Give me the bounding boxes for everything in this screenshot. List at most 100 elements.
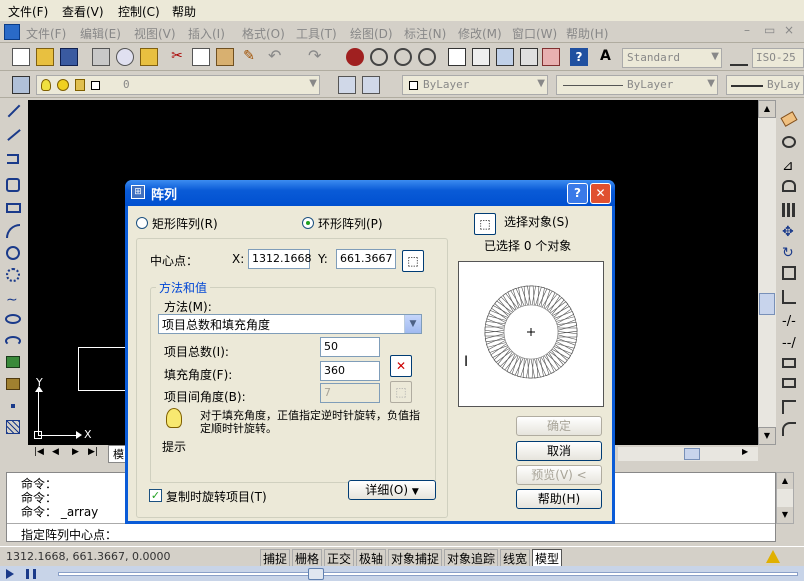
zoom-previous-icon[interactable] bbox=[418, 48, 436, 66]
app-menu-dimension[interactable]: 标注(N) bbox=[404, 25, 446, 42]
offset-icon[interactable] bbox=[782, 180, 796, 192]
copy-icon[interactable] bbox=[192, 48, 210, 66]
polar-array-radio[interactable] bbox=[302, 217, 314, 229]
command-prompt[interactable]: 指定阵列中心点： bbox=[21, 526, 117, 543]
pick-center-button[interactable]: ⬚ bbox=[402, 250, 424, 272]
layer-previous-icon[interactable] bbox=[362, 76, 380, 94]
save-icon[interactable] bbox=[60, 48, 78, 66]
menu-view[interactable]: 查看(V) bbox=[62, 3, 104, 20]
polygon-icon[interactable] bbox=[6, 178, 20, 192]
close-icon[interactable]: × bbox=[784, 23, 794, 37]
pan-icon[interactable] bbox=[346, 48, 364, 66]
rectangle-icon[interactable] bbox=[6, 203, 21, 213]
linetype-select[interactable]: ByLayer ▼ bbox=[556, 75, 718, 95]
scroll-up-icon[interactable]: ▲ bbox=[758, 100, 776, 118]
point-icon[interactable] bbox=[11, 404, 15, 408]
tool-palettes-icon[interactable] bbox=[496, 48, 514, 66]
join-icon[interactable] bbox=[782, 378, 796, 388]
app-menu-draw[interactable]: 绘图(D) bbox=[350, 25, 393, 42]
app-menu-modify[interactable]: 修改(M) bbox=[458, 25, 502, 42]
new-icon[interactable] bbox=[12, 48, 30, 66]
layer-manager-icon[interactable] bbox=[12, 76, 30, 94]
menu-control[interactable]: 控制(C) bbox=[118, 3, 160, 20]
center-y-input[interactable]: 661.3667 bbox=[336, 249, 396, 269]
command-scrollbar[interactable]: ▲ ▼ bbox=[776, 472, 794, 524]
rotate-icon[interactable]: ↻ bbox=[782, 245, 794, 261]
dialog-help-icon[interactable]: ? bbox=[567, 183, 588, 204]
command-scroll-up-icon[interactable]: ▲ bbox=[777, 473, 793, 489]
copy-object-icon[interactable] bbox=[782, 136, 796, 148]
zoom-window-icon[interactable] bbox=[394, 48, 412, 66]
vertical-scrollbar[interactable]: ▲ ▼ bbox=[758, 100, 776, 445]
fillet-icon[interactable] bbox=[782, 422, 796, 436]
open-icon[interactable] bbox=[36, 48, 54, 66]
color-select[interactable]: ByLayer ▼ bbox=[402, 75, 548, 95]
scroll-down-icon[interactable]: ▼ bbox=[758, 427, 776, 445]
tab-prev-icon[interactable]: ◀ bbox=[52, 447, 59, 457]
erase-icon[interactable] bbox=[780, 111, 798, 127]
rotate-items-label[interactable]: 复制时旋转项目(T) bbox=[166, 488, 267, 505]
pick-fill-angle-button[interactable]: ✕ bbox=[390, 355, 412, 377]
minimize-icon[interactable]: – bbox=[744, 23, 750, 37]
app-menu-insert[interactable]: 插入(I) bbox=[188, 25, 225, 42]
drawn-rectangle[interactable] bbox=[78, 347, 126, 391]
lineweight-select[interactable]: ByLay bbox=[726, 75, 804, 95]
menu-file[interactable]: 文件(F) bbox=[8, 3, 48, 20]
properties-icon[interactable] bbox=[448, 48, 466, 66]
preview-icon[interactable] bbox=[116, 48, 134, 66]
circle-icon[interactable] bbox=[6, 246, 20, 260]
preview-button[interactable]: 预览(V) < bbox=[516, 465, 602, 485]
app-menu-tools[interactable]: 工具(T) bbox=[296, 25, 337, 42]
hscroll-thumb[interactable] bbox=[684, 448, 700, 460]
tab-last-icon[interactable]: ▶| bbox=[88, 447, 98, 457]
sheet-set-icon[interactable] bbox=[520, 48, 538, 66]
total-items-input[interactable]: 50 bbox=[320, 337, 380, 357]
line-icon[interactable] bbox=[7, 104, 21, 118]
trim-icon[interactable]: -/- bbox=[782, 314, 796, 329]
dropdown-arrow-icon[interactable]: ▼ bbox=[404, 315, 421, 333]
app-menu-view[interactable]: 视图(V) bbox=[134, 25, 176, 42]
match-prop-icon[interactable]: ✎ bbox=[240, 48, 258, 66]
progress-track[interactable] bbox=[58, 572, 798, 576]
help-icon[interactable]: ? bbox=[570, 48, 588, 66]
redo-icon[interactable]: ↷ bbox=[308, 48, 326, 66]
app-menu-window[interactable]: 窗口(W) bbox=[512, 25, 557, 42]
play-icon[interactable] bbox=[6, 569, 14, 579]
scale-icon[interactable] bbox=[782, 266, 796, 280]
command-scroll-down-icon[interactable]: ▼ bbox=[777, 507, 793, 523]
tab-first-icon[interactable]: |◀ bbox=[34, 447, 44, 457]
rect-array-label[interactable]: 矩形阵列(R) bbox=[152, 215, 218, 232]
extend-icon[interactable]: --/ bbox=[782, 336, 796, 351]
polyline-icon[interactable] bbox=[7, 154, 19, 164]
menu-help[interactable]: 帮助 bbox=[172, 3, 196, 20]
tab-next-icon[interactable]: ▶ bbox=[72, 447, 79, 457]
rect-array-radio[interactable] bbox=[136, 217, 148, 229]
ellipse-arc-icon[interactable] bbox=[5, 336, 21, 346]
dialog-close-icon[interactable]: ✕ bbox=[590, 183, 611, 204]
app-menu-edit[interactable]: 编辑(E) bbox=[80, 25, 121, 42]
hscroll-right-icon[interactable]: ▶ bbox=[742, 447, 748, 456]
pick-between-angle-button[interactable]: ⬚ bbox=[390, 381, 412, 403]
mirror-icon[interactable]: ⊿ bbox=[782, 158, 794, 174]
polar-array-label[interactable]: 环形阵列(P) bbox=[318, 215, 383, 232]
ok-button[interactable]: 确定 bbox=[516, 416, 602, 436]
rotate-items-checkbox[interactable]: ✓ bbox=[149, 489, 162, 502]
make-current-icon[interactable] bbox=[338, 76, 356, 94]
markup-icon[interactable] bbox=[542, 48, 560, 66]
app-menu-file[interactable]: 文件(F) bbox=[26, 25, 66, 42]
layer-select[interactable]: 0 ▼ bbox=[36, 75, 320, 95]
text-style-select[interactable]: Standard ▼ bbox=[622, 48, 722, 68]
array-icon[interactable] bbox=[782, 203, 796, 217]
app-menu-format[interactable]: 格式(O) bbox=[242, 25, 285, 42]
dim-style-select[interactable]: ISO-25 bbox=[752, 48, 804, 68]
select-objects-button[interactable]: ⬚ bbox=[474, 213, 496, 235]
arc-icon[interactable] bbox=[6, 224, 20, 238]
undo-icon[interactable]: ↶ bbox=[268, 48, 286, 66]
insert-block-icon[interactable] bbox=[6, 356, 20, 368]
construction-line-icon[interactable] bbox=[7, 129, 21, 141]
stretch-icon[interactable] bbox=[782, 290, 796, 304]
hatch-icon[interactable] bbox=[6, 420, 20, 434]
app-menu-help[interactable]: 帮助(H) bbox=[566, 25, 608, 42]
chamfer-icon[interactable] bbox=[782, 400, 796, 414]
details-button[interactable]: 详细(O) ▼ bbox=[348, 480, 436, 500]
